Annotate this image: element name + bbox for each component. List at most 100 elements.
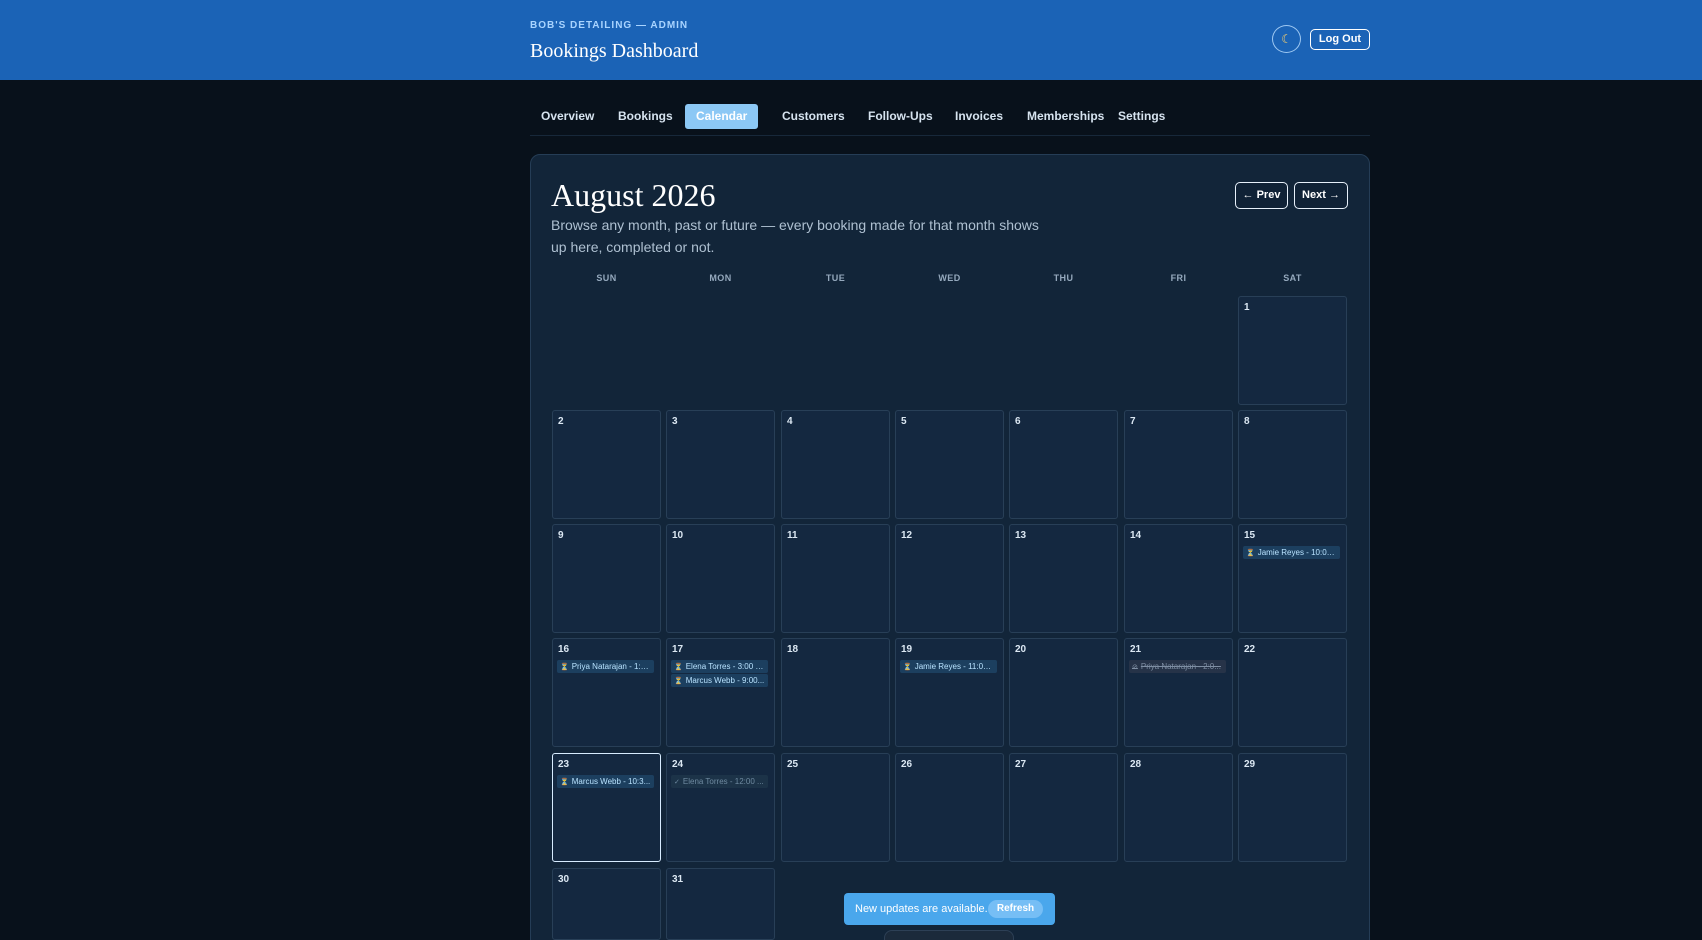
- prev-month-button[interactable]: ← Prev: [1235, 182, 1288, 209]
- day-number: 24: [672, 759, 684, 770]
- refresh-button[interactable]: Refresh: [988, 900, 1043, 918]
- calendar-day-20[interactable]: 20: [1009, 638, 1118, 747]
- update-toast: New updates are available. Refresh: [844, 893, 1055, 925]
- tab-settings[interactable]: Settings: [1107, 104, 1176, 129]
- toast-message: New updates are available.: [855, 903, 988, 915]
- day-number: 27: [1015, 759, 1027, 770]
- calendar-day-3[interactable]: 3: [666, 410, 775, 519]
- booking-pill-jamie-reyes-19[interactable]: ⏳ Jamie Reyes - 11:00 ...: [900, 660, 997, 673]
- calendar-day-28[interactable]: 28: [1124, 753, 1233, 862]
- main-tabs: Overview Bookings Calendar Customers Fol…: [530, 104, 1370, 136]
- tab-invoices[interactable]: Invoices: [944, 104, 1014, 129]
- day-number: 25: [787, 759, 799, 770]
- calendar-day-13[interactable]: 13: [1009, 524, 1118, 633]
- calendar-day-27[interactable]: 27: [1009, 753, 1118, 862]
- day-number: 16: [558, 644, 570, 655]
- day-number: 13: [1015, 530, 1027, 541]
- moon-icon: ☾: [1281, 32, 1292, 46]
- day-number: 30: [558, 874, 570, 885]
- calendar-day-8[interactable]: 8: [1238, 410, 1347, 519]
- tab-customers[interactable]: Customers: [771, 104, 856, 129]
- day-number: 3: [672, 416, 678, 427]
- calendar-day-1[interactable]: 1: [1238, 296, 1347, 405]
- hourglass-icon: ⏳: [560, 664, 569, 671]
- booking-label: Jamie Reyes - 11:00 ...: [914, 662, 997, 671]
- calendar-day-5[interactable]: 5: [895, 410, 1004, 519]
- calendar-day-23[interactable]: 23 ⏳ Marcus Webb - 10:3...: [552, 753, 661, 862]
- calendar-day-4[interactable]: 4: [781, 410, 890, 519]
- calendar-day-19[interactable]: 19 ⏳ Jamie Reyes - 11:00 ...: [895, 638, 1004, 747]
- calendar-day-10[interactable]: 10: [666, 524, 775, 633]
- hourglass-icon: ⏳: [674, 678, 683, 685]
- tab-calendar[interactable]: Calendar: [685, 104, 759, 129]
- day-number: 1: [1244, 302, 1250, 313]
- tab-memberships[interactable]: Memberships: [1016, 104, 1115, 129]
- day-number: 14: [1130, 530, 1142, 541]
- day-number: 2: [558, 416, 564, 427]
- day-number: 22: [1244, 644, 1256, 655]
- calendar-day-25[interactable]: 25: [781, 753, 890, 862]
- theme-toggle-button[interactable]: ☾: [1272, 25, 1301, 53]
- check-icon: ✓: [674, 779, 680, 786]
- weekday-wed: WED: [938, 273, 961, 283]
- tab-overview[interactable]: Overview: [530, 104, 605, 129]
- booking-label: Marcus Webb - 9:00...: [685, 676, 765, 685]
- calendar-day-14[interactable]: 14: [1124, 524, 1233, 633]
- tab-follow-ups[interactable]: Follow-Ups: [857, 104, 944, 129]
- booking-label: Marcus Webb - 10:3...: [571, 777, 651, 786]
- calendar-day-16[interactable]: 16 ⏳ Priya Natarajan - 1:3...: [552, 638, 661, 747]
- calendar-day-17[interactable]: 17 ⏳ Elena Torres - 3:00 PM ⏳ Marcus Webb …: [666, 638, 775, 747]
- day-number: 6: [1015, 416, 1021, 427]
- day-number: 26: [901, 759, 913, 770]
- hourglass-icon: ⏳: [1246, 550, 1255, 557]
- logout-button[interactable]: Log Out: [1310, 29, 1370, 50]
- booking-pill-elena-torres-24[interactable]: ✓ Elena Torres - 12:00 ...: [671, 775, 768, 788]
- calendar-day-24[interactable]: 24 ✓ Elena Torres - 12:00 ...: [666, 753, 775, 862]
- day-number: 19: [901, 644, 913, 655]
- calendar-day-29[interactable]: 29: [1238, 753, 1347, 862]
- calendar-day-6[interactable]: 6: [1009, 410, 1118, 519]
- booking-pill-marcus-webb-23[interactable]: ⏳ Marcus Webb - 10:3...: [557, 775, 654, 788]
- calendar-day-12[interactable]: 12: [895, 524, 1004, 633]
- weekday-sat: SAT: [1283, 273, 1302, 283]
- calendar-day-21[interactable]: 21 ⊘ Priya Natarajan - 2:0...: [1124, 638, 1233, 747]
- app-header: BOB'S DETAILING — ADMIN Bookings Dashboa…: [0, 0, 1702, 80]
- day-number: 18: [787, 644, 799, 655]
- cancelled-icon: ⊘: [1132, 664, 1138, 671]
- day-number: 7: [1130, 416, 1136, 427]
- booking-label: Priya Natarajan - 2:0...: [1140, 662, 1221, 671]
- calendar-day-15[interactable]: 15 ⏳ Jamie Reyes - 10:00 ...: [1238, 524, 1347, 633]
- day-number: 20: [1015, 644, 1027, 655]
- calendar-day-11[interactable]: 11: [781, 524, 890, 633]
- calendar-day-22[interactable]: 22: [1238, 638, 1347, 747]
- day-number: 29: [1244, 759, 1256, 770]
- day-number: 8: [1244, 416, 1250, 427]
- calendar-day-18[interactable]: 18: [781, 638, 890, 747]
- calendar-day-31[interactable]: 31: [666, 868, 775, 940]
- calendar-day-26[interactable]: 26: [895, 753, 1004, 862]
- brand-label: BOB'S DETAILING — ADMIN: [530, 20, 689, 31]
- booking-pill-priya-natarajan-21[interactable]: ⊘ Priya Natarajan - 2:0...: [1129, 660, 1226, 673]
- booking-pill-elena-torres-17[interactable]: ⏳ Elena Torres - 3:00 PM: [671, 660, 768, 673]
- day-number: 31: [672, 874, 684, 885]
- day-number: 28: [1130, 759, 1142, 770]
- weekday-sun: SUN: [596, 273, 617, 283]
- weekday-thu: THU: [1053, 273, 1074, 283]
- month-title: August 2026: [551, 177, 716, 213]
- booking-pill-marcus-webb-17[interactable]: ⏳ Marcus Webb - 9:00...: [671, 674, 768, 687]
- next-month-button[interactable]: Next →: [1294, 182, 1348, 209]
- calendar-day-9[interactable]: 9: [552, 524, 661, 633]
- tab-bookings[interactable]: Bookings: [607, 104, 684, 129]
- calendar-day-2[interactable]: 2: [552, 410, 661, 519]
- calendar-day-7[interactable]: 7: [1124, 410, 1233, 519]
- hourglass-icon: ⏳: [560, 779, 569, 786]
- calendar-day-30[interactable]: 30: [552, 868, 661, 940]
- booking-pill-jamie-reyes-15[interactable]: ⏳ Jamie Reyes - 10:00 ...: [1243, 546, 1340, 559]
- day-number: 9: [558, 530, 564, 541]
- bottom-toolbar: [884, 930, 1014, 940]
- day-number: 17: [672, 644, 684, 655]
- booking-pill-priya-natarajan-16[interactable]: ⏳ Priya Natarajan - 1:3...: [557, 660, 654, 673]
- day-number: 23: [558, 759, 570, 770]
- hourglass-icon: ⏳: [903, 664, 912, 671]
- day-number: 21: [1130, 644, 1142, 655]
